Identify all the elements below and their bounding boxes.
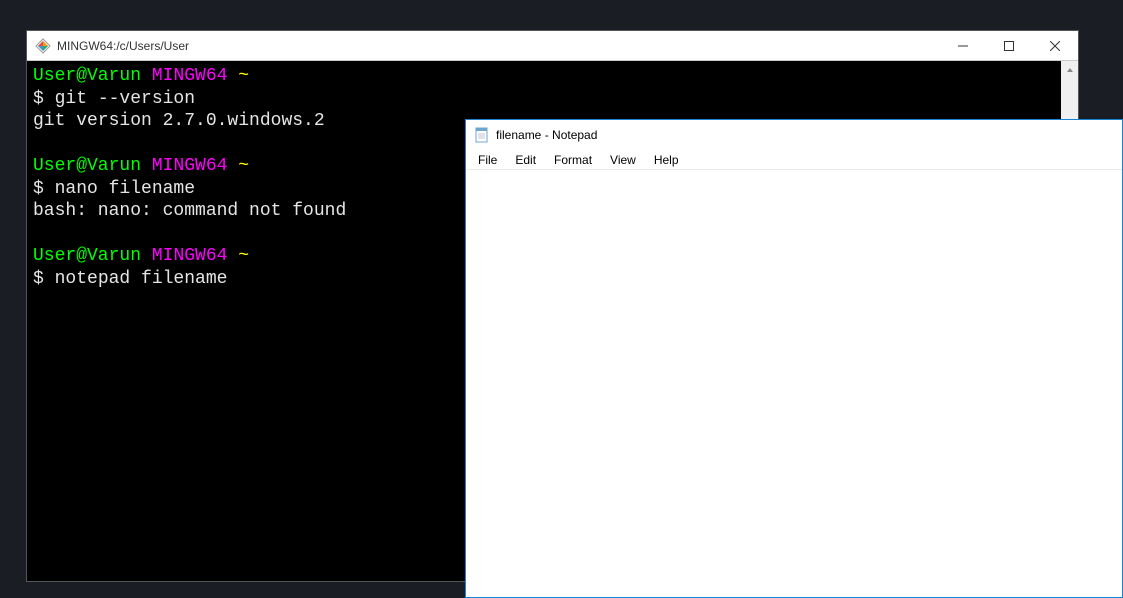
prompt-env: MINGW64 [152, 66, 228, 86]
notepad-text-area[interactable] [466, 170, 1122, 597]
prompt-env: MINGW64 [152, 246, 228, 266]
prompt-path: ~ [238, 66, 249, 86]
command-text: notepad filename [55, 269, 228, 289]
prompt-path: ~ [238, 246, 249, 266]
menu-format[interactable]: Format [546, 151, 600, 169]
maximize-button[interactable] [986, 31, 1032, 60]
notepad-icon [474, 127, 490, 143]
menu-view[interactable]: View [602, 151, 644, 169]
minimize-button[interactable] [940, 31, 986, 60]
menu-help[interactable]: Help [646, 151, 687, 169]
prompt-user: User@Varun [33, 246, 141, 266]
terminal-line: User@Varun MINGW64 ~ [33, 65, 1072, 88]
prompt-dollar: $ [33, 89, 55, 109]
terminal-titlebar[interactable]: MINGW64:/c/Users/User [27, 31, 1078, 61]
prompt-user: User@Varun [33, 66, 141, 86]
terminal-line: $ git --version [33, 88, 1072, 111]
prompt-dollar: $ [33, 269, 55, 289]
notepad-menubar: File Edit Format View Help [466, 150, 1122, 170]
menu-edit[interactable]: Edit [507, 151, 544, 169]
notepad-window: filename - Notepad File Edit Format View… [465, 119, 1123, 598]
git-bash-icon [35, 38, 51, 54]
scroll-up-icon[interactable] [1061, 61, 1078, 78]
prompt-env: MINGW64 [152, 156, 228, 176]
command-text: git --version [55, 89, 195, 109]
notepad-title: filename - Notepad [496, 128, 1122, 142]
close-button[interactable] [1032, 31, 1078, 60]
notepad-titlebar[interactable]: filename - Notepad [466, 120, 1122, 150]
window-controls [940, 31, 1078, 60]
menu-file[interactable]: File [470, 151, 505, 169]
prompt-dollar: $ [33, 179, 55, 199]
terminal-title: MINGW64:/c/Users/User [57, 39, 940, 53]
command-text: nano filename [55, 179, 195, 199]
prompt-path: ~ [238, 156, 249, 176]
prompt-user: User@Varun [33, 156, 141, 176]
